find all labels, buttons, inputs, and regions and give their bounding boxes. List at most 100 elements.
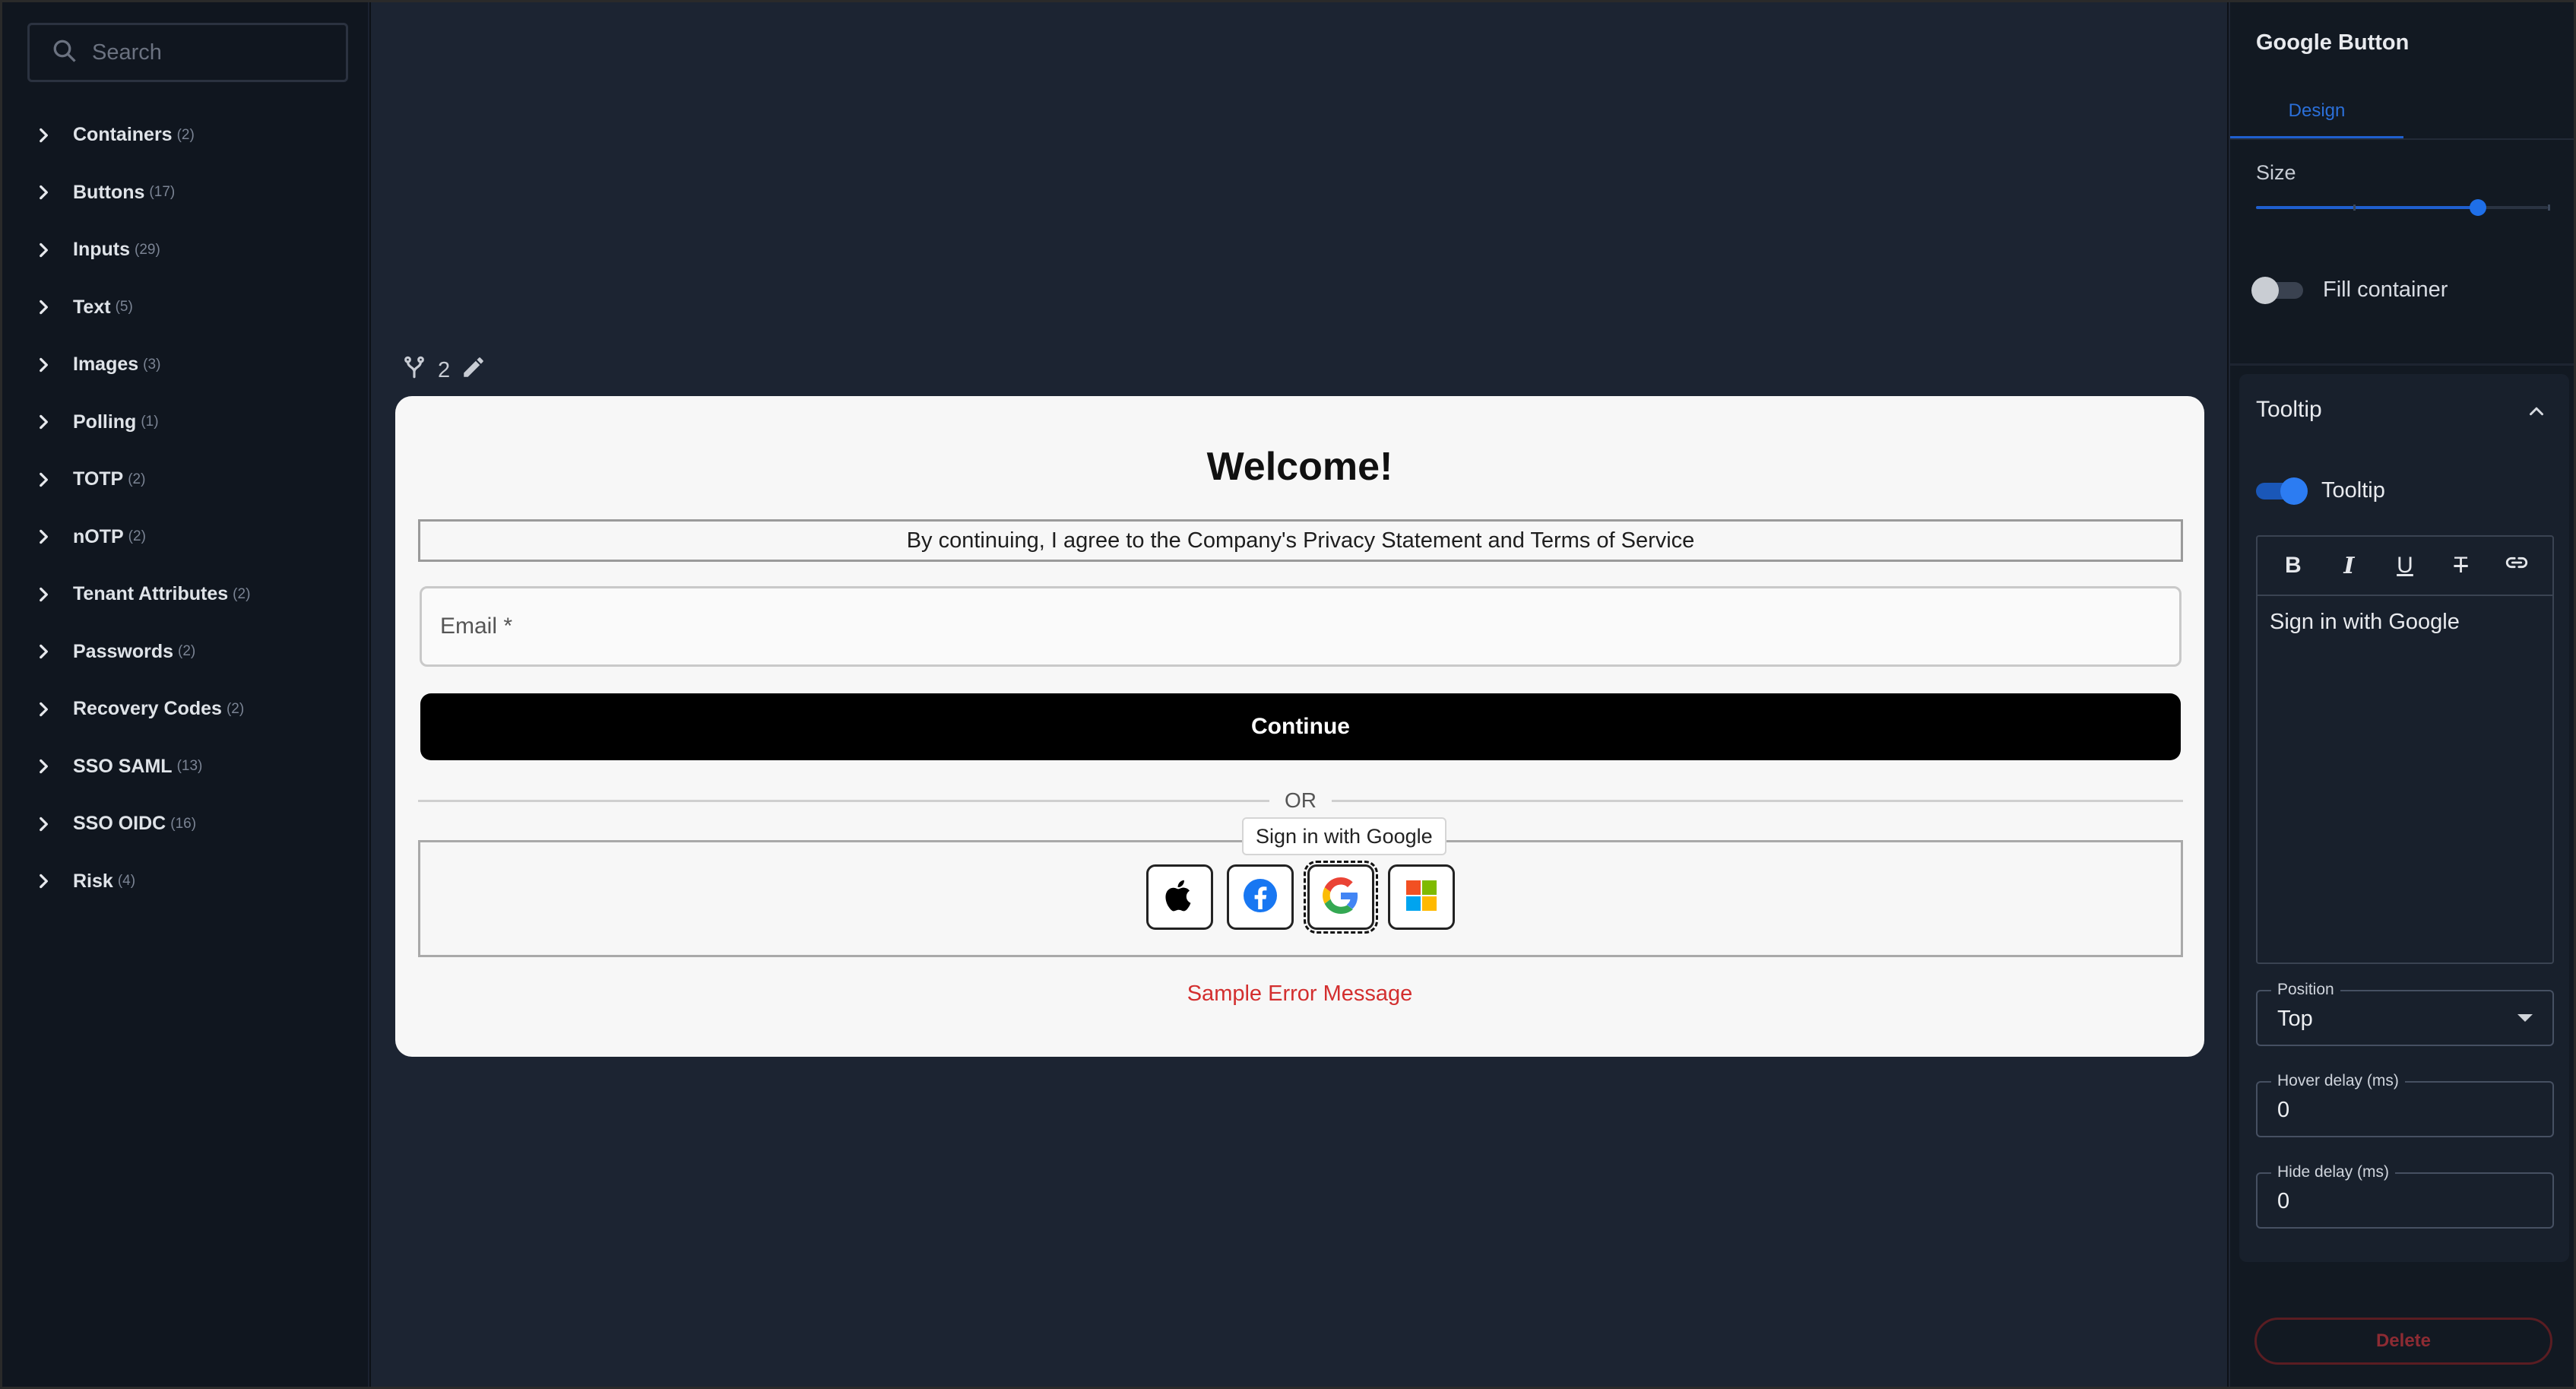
underline-button[interactable]: U — [2387, 548, 2422, 583]
terms-text[interactable]: By continuing, I agree to the Company's … — [418, 519, 2183, 562]
position-select[interactable]: Position Top — [2256, 981, 2554, 1046]
link-button[interactable] — [2499, 548, 2534, 583]
email-label: Email * — [440, 614, 513, 639]
sidebar-item-label: Buttons — [73, 181, 145, 203]
divider-line-right — [1332, 799, 2183, 802]
sidebar-item-label: SSO OIDC — [73, 813, 166, 835]
terms-label: By continuing, I agree to the Company's … — [906, 528, 1695, 553]
tab-divider — [2230, 138, 2576, 140]
sidebar-item[interactable]: Risk (4) — [33, 853, 250, 911]
sidebar-item-count: (3) — [143, 356, 161, 373]
edit-pencil-icon[interactable] — [461, 354, 486, 386]
sidebar-item-label: Images — [73, 354, 139, 376]
chevron-right-icon — [40, 472, 48, 487]
apple-icon — [1161, 877, 1198, 918]
apple-button[interactable] — [1146, 864, 1213, 930]
tooltip-toggle[interactable] — [2253, 476, 2308, 505]
sidebar-item[interactable]: Containers (2) — [33, 106, 250, 164]
continue-button[interactable]: Continue — [420, 693, 2181, 760]
delete-button[interactable]: Delete — [2254, 1318, 2552, 1365]
chevron-right-icon — [40, 300, 48, 315]
italic-button[interactable]: I — [2331, 548, 2366, 583]
microsoft-button[interactable] — [1388, 864, 1455, 930]
sidebar-item[interactable]: TOTP (2) — [33, 451, 250, 509]
chevron-up-icon[interactable] — [2525, 400, 2548, 423]
chevron-right-icon — [40, 415, 48, 430]
error-message: Sample Error Message — [1187, 981, 1413, 1006]
component-sidebar: Search Containers (2) Buttons (17) Inputs (29… — [0, 0, 369, 1389]
microsoft-icon — [1403, 877, 1440, 918]
hide-delay-field[interactable]: Hide delay (ms) 0 — [2256, 1163, 2554, 1229]
chevron-right-icon — [40, 243, 48, 257]
caret-down-icon — [2517, 1014, 2533, 1022]
tooltip-toggle-label: Tooltip — [2321, 477, 2385, 503]
slider-tick — [2353, 205, 2356, 211]
sidebar-item-count: (17) — [149, 184, 176, 201]
sidebar-item-label: Polling — [73, 411, 137, 433]
sidebar-item[interactable]: Recovery Codes (2) — [33, 680, 250, 738]
flow-count: 2 — [438, 357, 451, 382]
search-icon — [51, 37, 78, 68]
sidebar-item[interactable]: Buttons (17) — [33, 164, 250, 222]
branch-icon[interactable] — [401, 354, 427, 386]
sidebar-item-count: (4) — [117, 873, 136, 890]
sidebar-item-count: (1) — [141, 414, 159, 430]
sidebar-item[interactable]: Passwords (2) — [33, 623, 250, 681]
hover-delay-value: 0 — [2277, 1098, 2290, 1122]
sidebar-item-count: (13) — [176, 758, 203, 775]
sidebar-item-label: nOTP — [73, 525, 124, 547]
flow-toolbar: 2 — [401, 354, 486, 386]
slider-tick — [2548, 205, 2550, 211]
fill-container-row: Fill container — [2251, 275, 2448, 304]
chevron-right-icon — [40, 874, 48, 889]
sidebar-item[interactable]: Text (5) — [33, 279, 250, 337]
login-card: Welcome! By continuing, I agree to the C… — [395, 396, 2204, 1057]
chevron-right-icon — [40, 587, 48, 601]
rte-toolbar: B I U T — [2258, 537, 2552, 596]
sidebar-item[interactable]: Images (3) — [33, 336, 250, 394]
sidebar-item-count: (2) — [178, 643, 196, 660]
facebook-button[interactable] — [1227, 864, 1294, 930]
sidebar-item[interactable]: Inputs (29) — [33, 221, 250, 279]
google-button[interactable] — [1304, 861, 1378, 934]
section-divider — [2230, 363, 2576, 366]
tooltip-rich-text-editor[interactable]: B I U T Sign in with Google — [2256, 535, 2554, 964]
sidebar-item-count: (2) — [226, 700, 245, 717]
chevron-right-icon — [40, 760, 48, 774]
social-buttons-container[interactable] — [418, 840, 2183, 957]
strikethrough-button[interactable]: T — [2444, 548, 2479, 583]
component-category-list: Containers (2) Buttons (17) Inputs (29) Text (5… — [33, 106, 250, 910]
sidebar-item-label: Inputs — [73, 239, 130, 261]
or-label: OR — [1285, 788, 1317, 812]
fill-container-toggle[interactable] — [2251, 275, 2306, 304]
slider-thumb[interactable] — [2469, 199, 2486, 216]
hover-delay-field[interactable]: Hover delay (ms) 0 — [2256, 1072, 2554, 1137]
tooltip-section-heading: Tooltip — [2256, 397, 2322, 422]
sidebar-item-count: (29) — [135, 241, 160, 258]
toggle-knob — [2280, 477, 2308, 505]
tab-design[interactable]: Design — [2230, 85, 2403, 140]
sidebar-item[interactable]: Tenant Attributes (2) — [33, 566, 250, 623]
chevron-right-icon — [40, 128, 48, 142]
bold-button[interactable]: B — [2276, 548, 2311, 583]
divider-line-left — [418, 799, 1269, 802]
tooltip-content[interactable]: Sign in with Google — [2258, 596, 2552, 649]
sidebar-item[interactable]: SSO OIDC (16) — [33, 795, 250, 853]
size-slider[interactable] — [2256, 199, 2550, 216]
sidebar-item-label: Text — [73, 296, 111, 318]
search-input[interactable]: Search — [27, 23, 348, 82]
sidebar-item-label: Recovery Codes — [73, 698, 222, 720]
email-field[interactable]: Email * — [420, 586, 2182, 667]
hide-delay-value: 0 — [2277, 1189, 2290, 1213]
chevron-right-icon — [40, 702, 48, 716]
sidebar-item-label: Risk — [73, 870, 113, 892]
fill-container-label: Fill container — [2323, 277, 2448, 302]
chevron-right-icon — [40, 530, 48, 544]
panel-title: Google Button — [2256, 30, 2410, 55]
sidebar-item[interactable]: SSO SAML (13) — [33, 738, 250, 796]
position-label: Position — [2271, 981, 2340, 999]
sidebar-item[interactable]: Polling (1) — [33, 394, 250, 452]
google-tooltip: Sign in with Google — [1242, 817, 1446, 855]
sidebar-item[interactable]: nOTP (2) — [33, 509, 250, 566]
hover-delay-label: Hover delay (ms) — [2271, 1072, 2405, 1090]
